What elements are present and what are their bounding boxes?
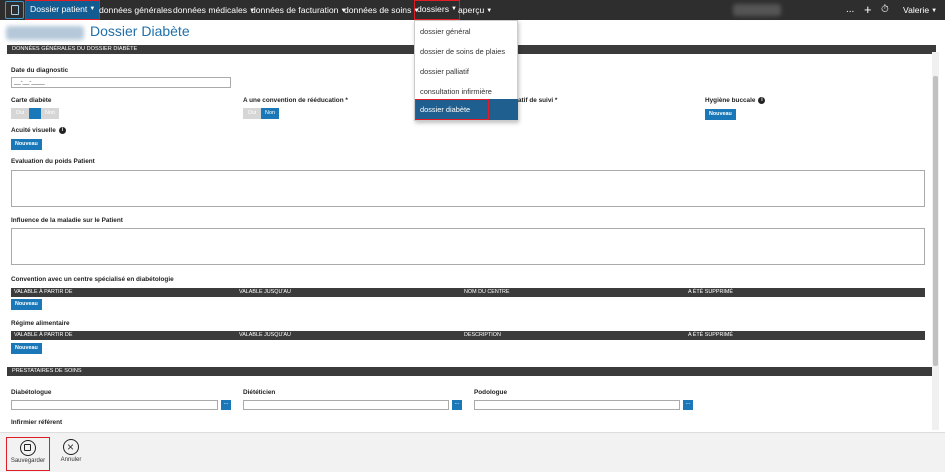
dietitian-search-button[interactable]: ... <box>452 400 462 410</box>
dietitian-input[interactable] <box>243 400 449 410</box>
vertical-scrollbar[interactable] <box>932 52 939 430</box>
timer-icon[interactable]: ⏱ <box>881 0 889 20</box>
nav-donnees-medicales[interactable]: données médicales ▼ <box>173 0 255 20</box>
info-icon[interactable]: i <box>758 97 766 104</box>
column-header: VALABLE À PARTIR DE <box>14 332 73 338</box>
diabetologist-search-button[interactable]: ... <box>221 400 231 410</box>
diabetes-card-label: Carte diabète <box>11 97 52 104</box>
save-label: Sauvegarder <box>10 458 46 464</box>
dietitian-label: Diététicien <box>243 389 276 396</box>
dossiers-dropdown-menu: dossier général dossier de soins de plai… <box>414 20 518 121</box>
toggle-yes[interactable]: Oui <box>11 108 29 119</box>
convention-label: Convention avec un centre spécialisé en … <box>11 276 174 283</box>
rehab-convention-toggle[interactable]: Oui Non <box>243 108 279 119</box>
page-title: Dossier Diabète <box>90 23 190 39</box>
caret-down-icon: ▼ <box>89 6 96 13</box>
cancel-button[interactable]: × Annuler <box>49 437 93 471</box>
save-button[interactable]: Sauvegarder <box>6 437 50 471</box>
oral-hygiene-new-button[interactable]: Nouveau <box>705 109 736 120</box>
nav-dossiers[interactable]: dossiers ▼ <box>414 0 460 20</box>
more-icon[interactable]: ... <box>846 0 854 20</box>
toggle-active-marker <box>29 108 41 119</box>
caret-down-icon: ▼ <box>451 6 457 13</box>
nav-label: données de facturation <box>251 5 339 15</box>
column-header: NOM DU CENTRE <box>464 289 510 295</box>
column-header: VALABLE À PARTIR DE <box>14 289 73 295</box>
diabetes-card-toggle[interactable]: Oui Non <box>11 108 59 119</box>
caret-down-icon: ▼ <box>931 7 938 14</box>
column-header: A ÉTÉ SUPPRIMÉ <box>688 332 733 338</box>
toggle-no[interactable]: Non <box>41 108 59 119</box>
convention-table-header: VALABLE À PARTIR DE VALABLE JUSQU'AU NOM… <box>11 288 925 297</box>
nav-label: dossiers <box>417 4 449 14</box>
nav-apercu[interactable]: aperçu ▼ <box>458 0 492 20</box>
caret-down-icon: ▼ <box>486 7 493 14</box>
user-name: Valerie <box>903 5 930 15</box>
nav-label: aperçu <box>458 5 485 15</box>
nav-label: données générales <box>99 5 173 15</box>
visual-acuity-label: Acuité visuelle i <box>11 127 66 134</box>
nav-dossier-patient[interactable]: Dossier patient ▼ <box>25 0 101 20</box>
oral-hygiene-label: Hygiène buccale i <box>705 97 766 105</box>
section-header-providers: PRESTATAIRES DE SOINS <box>7 367 936 376</box>
diabetologist-input[interactable] <box>11 400 218 410</box>
user-menu[interactable]: Valerie ▼ <box>903 0 937 20</box>
toggle-yes[interactable]: Oui <box>243 108 261 119</box>
nav-donnees-facturation[interactable]: données de facturation ▼ <box>251 0 346 20</box>
nav-label: données médicales <box>173 5 248 15</box>
toggle-no[interactable]: Non <box>261 108 279 119</box>
save-icon <box>20 440 36 456</box>
visual-acuity-new-button[interactable]: Nouveau <box>11 139 42 150</box>
top-navbar: Dossier patient ▼ données générales donné… <box>0 0 945 20</box>
disease-influence-textarea[interactable] <box>11 228 925 265</box>
followup-label: atif de suivi * <box>518 97 558 104</box>
column-header: A ÉTÉ SUPPRIMÉ <box>688 289 733 295</box>
menu-item-dossier-palliatif[interactable]: dossier palliatif <box>420 67 469 76</box>
visual-acuity-text: Acuité visuelle <box>11 127 56 135</box>
diabetologist-label: Diabétologue <box>11 389 52 396</box>
add-icon[interactable]: + <box>864 0 872 20</box>
diagnosis-date-label: Date du diagnostic <box>11 67 69 74</box>
scrollbar-thumb[interactable] <box>933 76 938 366</box>
podologist-label: Podologue <box>474 389 508 396</box>
info-icon[interactable]: i <box>58 127 66 134</box>
weight-eval-label: Evaluation du poids Patient <box>11 158 95 165</box>
nurse-label: Infirmier référent <box>11 419 63 426</box>
diagnosis-date-input[interactable]: __-__-____ <box>11 77 231 88</box>
weight-eval-textarea[interactable] <box>11 170 925 207</box>
column-header: DESCRIPTION <box>464 332 501 338</box>
menu-item-consultation-infirmiere[interactable]: consultation infirmière <box>420 87 492 96</box>
app-logo-icon[interactable] <box>5 1 24 19</box>
column-header: VALABLE JUSQU'AU <box>239 289 291 295</box>
oral-hygiene-text: Hygiène buccale <box>705 97 756 105</box>
podologist-search-button[interactable]: ... <box>683 400 693 410</box>
diet-new-button[interactable]: Nouveau <box>11 343 42 354</box>
nav-donnees-soins[interactable]: données de soins ▼ <box>344 0 419 20</box>
blurred-user-name <box>733 4 781 16</box>
cancel-label: Annuler <box>60 457 82 463</box>
column-header: VALABLE JUSQU'AU <box>239 332 291 338</box>
diet-label: Régime alimentaire <box>11 320 70 327</box>
selection-highlight-box <box>415 99 489 120</box>
diet-table-header: VALABLE À PARTIR DE VALABLE JUSQU'AU DES… <box>11 331 925 340</box>
rehab-convention-label: A une convention de rééducation * <box>243 97 348 104</box>
nav-label: données de soins <box>344 5 412 15</box>
blurred-patient-name <box>6 26 84 40</box>
nav-donnees-generales[interactable]: données générales <box>99 0 172 20</box>
menu-item-dossier-plaies[interactable]: dossier de soins de plaies <box>420 47 505 56</box>
convention-new-button[interactable]: Nouveau <box>11 299 42 310</box>
podologist-input[interactable] <box>474 400 680 410</box>
bottom-action-bar: Sauvegarder × Annuler <box>0 432 945 472</box>
disease-influence-label: Influence de la maladie sur le Patient <box>11 217 123 224</box>
close-icon: × <box>63 439 79 455</box>
nav-label: Dossier patient <box>30 4 88 14</box>
menu-item-dossier-general[interactable]: dossier général <box>420 27 471 36</box>
